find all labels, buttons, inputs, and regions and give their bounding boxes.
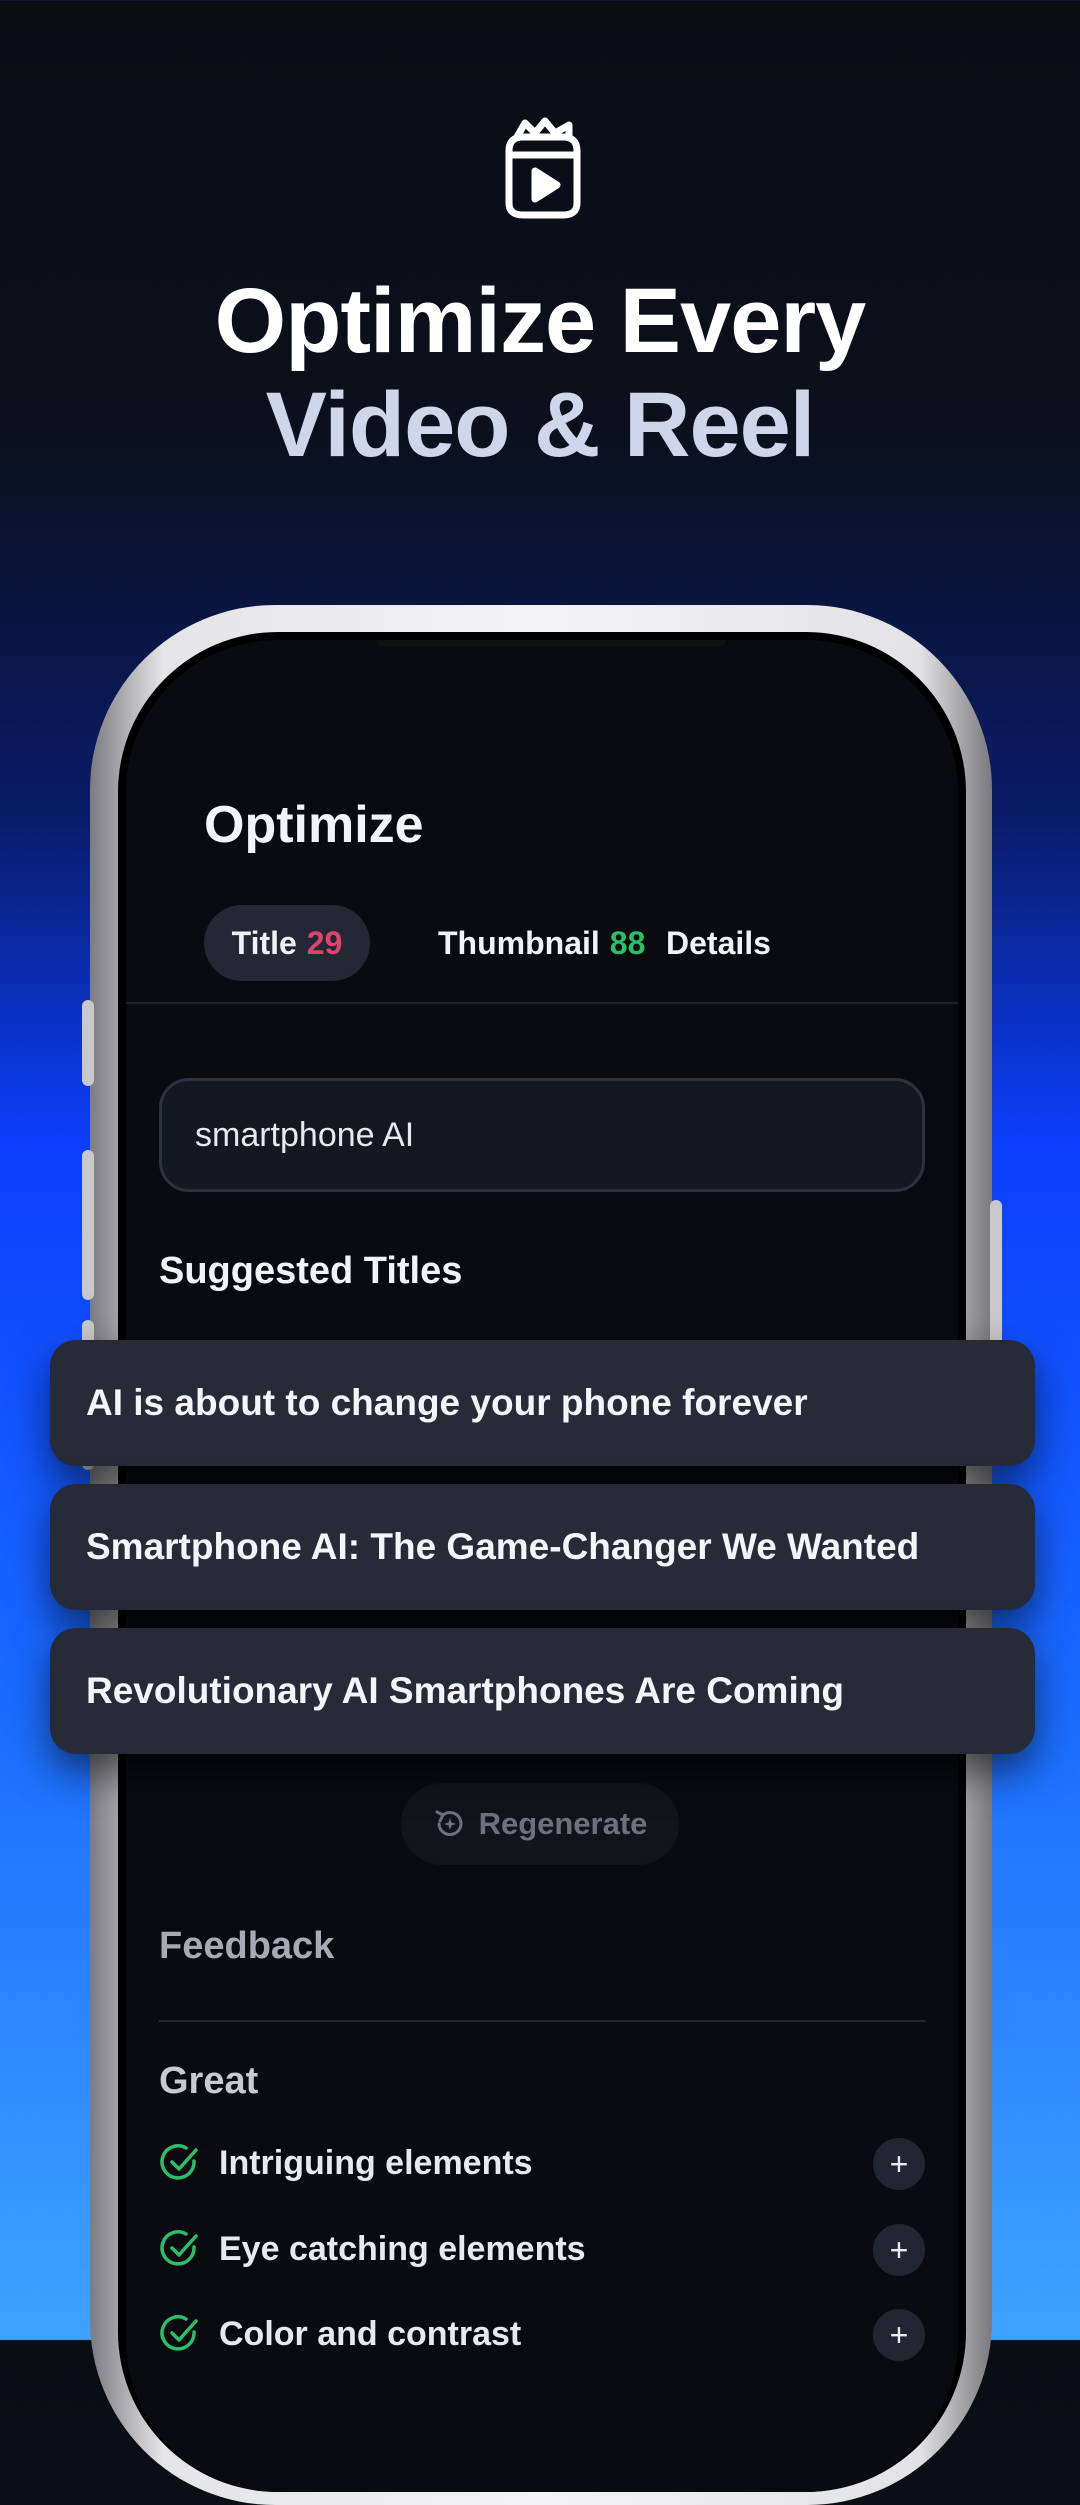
feedback-item: Color and contrast + bbox=[159, 2304, 925, 2364]
phone-side-button bbox=[82, 1150, 94, 1300]
tab-title-score: 29 bbox=[306, 924, 343, 961]
hero-headline-line1: Optimize Every bbox=[214, 270, 867, 372]
hero-headline-line2: Video & Reel bbox=[265, 374, 816, 476]
suggestion-text: Smartphone AI: The Game-Changer We Wante… bbox=[86, 1526, 920, 1567]
phone-notch bbox=[376, 640, 726, 646]
feedback-item-label: Intriguing elements bbox=[219, 2143, 533, 2182]
search-input[interactable]: smartphone AI bbox=[159, 1078, 925, 1192]
check-circle-icon bbox=[160, 2144, 198, 2180]
tab-bar: Title 29 Thumbnail 88 Details bbox=[204, 905, 904, 985]
tab-title-label: Title bbox=[231, 924, 297, 961]
feedback-heading: Feedback bbox=[159, 1925, 335, 1967]
check-circle-icon bbox=[160, 2315, 198, 2351]
regenerate-button[interactable]: Regenerate bbox=[401, 1783, 679, 1865]
tabs-divider bbox=[126, 1002, 958, 1004]
suggested-titles-heading: Suggested Titles bbox=[159, 1250, 463, 1292]
plus-icon[interactable]: + bbox=[873, 2138, 925, 2190]
phone-side-button bbox=[82, 1000, 94, 1086]
suggestion-card[interactable]: AI is about to change your phone forever bbox=[50, 1340, 1035, 1466]
regenerate-icon bbox=[435, 1810, 463, 1836]
regenerate-label: Regenerate bbox=[478, 1806, 648, 1841]
suggestion-text: AI is about to change your phone forever bbox=[86, 1382, 808, 1423]
check-circle-icon bbox=[160, 2230, 198, 2266]
feedback-group-label: Great bbox=[159, 2060, 259, 2102]
feedback-divider bbox=[159, 2020, 925, 2022]
feedback-item-label: Color and contrast bbox=[219, 2314, 522, 2353]
feedback-item-label: Eye catching elements bbox=[219, 2229, 586, 2268]
tab-title[interactable]: Title 29 bbox=[204, 905, 370, 981]
tab-thumbnail-label: Thumbnail bbox=[438, 924, 600, 961]
plus-icon[interactable]: + bbox=[873, 2309, 925, 2361]
tv-play-icon bbox=[495, 115, 591, 225]
tab-thumbnail-score: 88 bbox=[609, 924, 646, 961]
feedback-item: Eye catching elements + bbox=[159, 2219, 925, 2279]
tab-details-label: Details bbox=[666, 924, 771, 961]
suggestion-text: Revolutionary AI Smartphones Are Coming bbox=[86, 1670, 844, 1711]
tab-thumbnail[interactable]: Thumbnail 88 bbox=[438, 905, 645, 981]
tab-details[interactable]: Details bbox=[666, 905, 771, 981]
feedback-item: Intriguing elements + bbox=[159, 2133, 925, 2193]
suggestion-card[interactable]: Smartphone AI: The Game-Changer We Wante… bbox=[50, 1484, 1035, 1610]
page-title: Optimize bbox=[204, 796, 424, 854]
plus-icon[interactable]: + bbox=[873, 2224, 925, 2276]
suggestion-card[interactable]: Revolutionary AI Smartphones Are Coming bbox=[50, 1628, 1035, 1754]
